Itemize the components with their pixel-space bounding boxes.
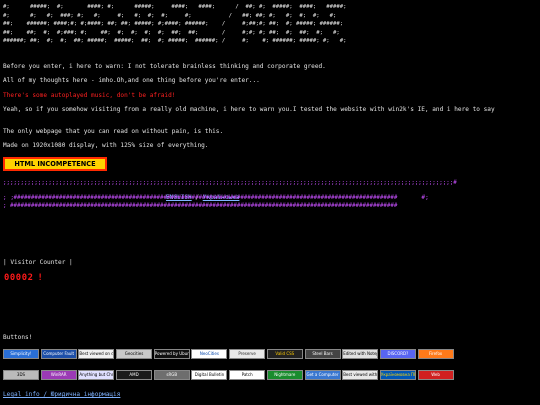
web-button-row2-3[interactable]: AMD (116, 370, 153, 380)
web-button-row2-5[interactable]: Digital Bulletin (191, 370, 228, 380)
web-button-row2-10[interactable]: Україномовна ПРЕСА (379, 370, 416, 380)
web-button-row1-5[interactable]: NeoCities (191, 349, 228, 359)
web-button-row1-9[interactable]: Edited with Notepad (342, 349, 379, 359)
html-incompetence-banner: HTML INCOMPETENCE AHEAD (3, 157, 107, 178)
hash-divider-top: ;;;;;;;;;;;;;;;;;;;;;;;;;;;;;;;;;;;;;;;;… (3, 180, 457, 186)
footer: Legal info / Юридична інформація (3, 391, 120, 398)
web-button-row2-1[interactable]: WinRAR (40, 370, 77, 380)
web-button-row2-7[interactable]: Nightmare (266, 370, 303, 380)
web-button-row1-0[interactable]: Simplicity! (3, 349, 39, 359)
hash-divider-1: ; ######################################… (3, 195, 398, 201)
ascii-art-logo: #; #####; #; ####; #; #####; ####; ####;… (3, 4, 347, 45)
thoughts-text: All of my thoughts here - imho.Oh,and on… (3, 77, 260, 84)
button-row-2: 3DSWinRARAnything but ChromeAMDsRGBDigit… (3, 370, 454, 380)
web-button-row1-11[interactable]: Firefox (417, 349, 454, 359)
counter-cursor: ! (37, 273, 44, 283)
readable-text: The only webpage that you can read on wi… (3, 128, 224, 135)
web-button-row1-2[interactable]: Best viewed on desktop (78, 349, 115, 359)
display-text: Made on 1920x1080 display, with 125% siz… (3, 142, 209, 149)
music-warning: There's some autoplayed music, don't be … (3, 92, 176, 99)
web-button-row2-2[interactable]: Anything but Chrome (78, 370, 115, 380)
web-button-row1-3[interactable]: Geocities (116, 349, 153, 359)
old-machine-text: Yeah, so if you somehow visiting from a … (3, 106, 495, 113)
nav-right-edge: #; (421, 194, 429, 201)
web-button-row1-6[interactable]: Preserve (229, 349, 266, 359)
web-button-row1-1[interactable]: Computer Fault (40, 349, 77, 359)
visitor-counter: 00002! (4, 273, 43, 283)
button-row-1: Simplicity! Computer Fault Best viewed on … (3, 349, 454, 359)
intro-text: Before you enter, i here to warn: I not … (3, 63, 326, 70)
visitor-counter-label: | Visitor Counter | (3, 259, 73, 266)
web-button-row1-10[interactable]: DISCORD? (379, 349, 416, 359)
web-button-row1-8[interactable]: Steel Bars (304, 349, 341, 359)
web-button-row2-6[interactable]: Patch (229, 370, 266, 380)
hash-divider-2: ; ######################################… (3, 203, 398, 209)
visitor-counter-value: 00002 (4, 273, 34, 283)
web-button-row2-0[interactable]: 3DS (3, 370, 39, 380)
web-button-row1-4[interactable]: Powered by Ubuntu (153, 349, 190, 359)
web-button-row1-7[interactable]: Valid CSS (266, 349, 303, 359)
web-button-row2-8[interactable]: Get a Computer (304, 370, 341, 380)
buttons-heading: Buttons! (3, 334, 33, 341)
legal-info-link[interactable]: Legal info / Юридична інформація (3, 391, 120, 398)
web-button-row2-11[interactable]: Web (417, 370, 454, 380)
web-button-row2-4[interactable]: sRGB (153, 370, 190, 380)
web-button-row2-9[interactable]: Best viewed with Open Eyes (342, 370, 379, 380)
